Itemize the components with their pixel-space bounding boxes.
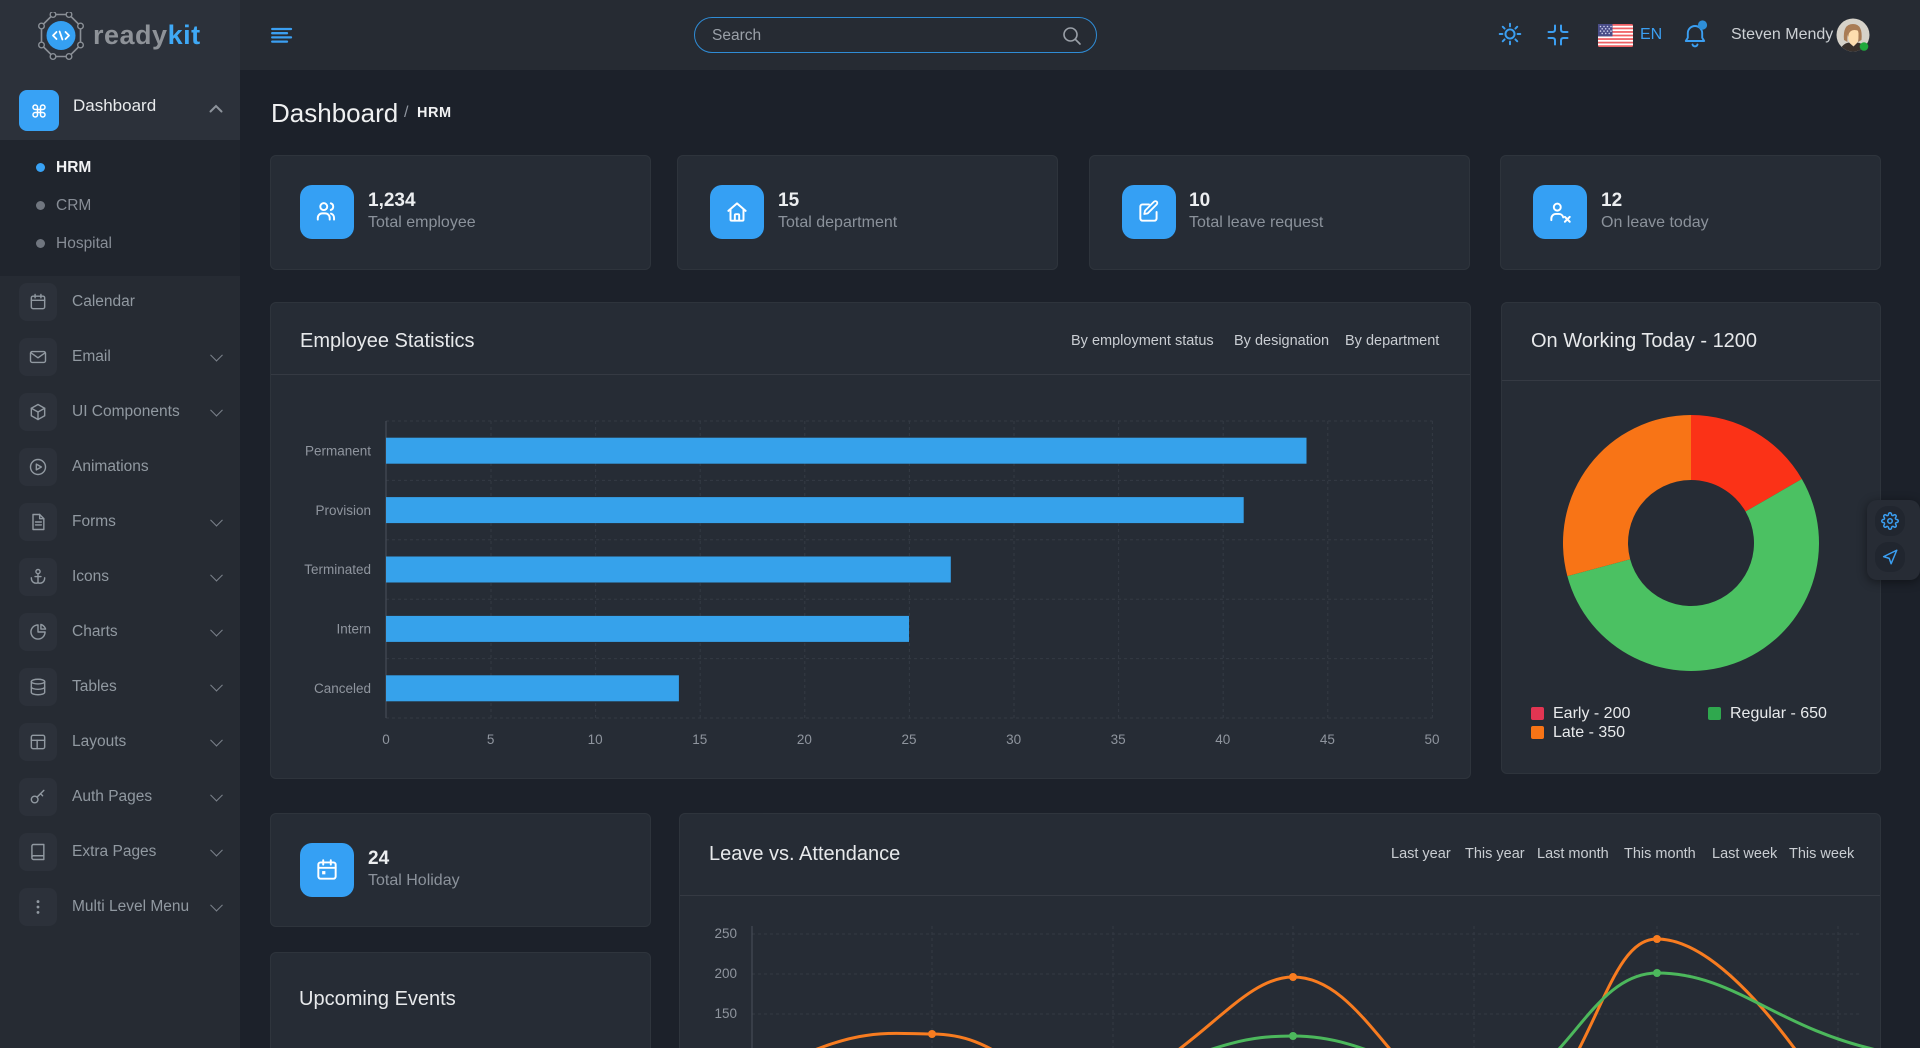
svg-text:Intern: Intern — [336, 622, 371, 637]
svg-text:40: 40 — [1215, 732, 1230, 747]
svg-text:35: 35 — [1111, 732, 1126, 747]
svg-text:50: 50 — [1424, 732, 1439, 747]
svg-text:Provision: Provision — [315, 503, 371, 518]
svg-text:200: 200 — [714, 966, 737, 981]
svg-text:15: 15 — [692, 732, 707, 747]
svg-text:250: 250 — [714, 926, 737, 941]
svg-text:30: 30 — [1006, 732, 1021, 747]
svg-text:10: 10 — [588, 732, 603, 747]
svg-text:5: 5 — [487, 732, 495, 747]
svg-text:20: 20 — [797, 732, 812, 747]
svg-text:Permanent: Permanent — [305, 443, 371, 458]
svg-text:45: 45 — [1320, 732, 1335, 747]
svg-text:Terminated: Terminated — [304, 562, 371, 577]
svg-text:Canceled: Canceled — [314, 681, 371, 696]
svg-text:0: 0 — [382, 732, 390, 747]
svg-text:150: 150 — [714, 1006, 737, 1021]
svg-text:25: 25 — [901, 732, 916, 747]
